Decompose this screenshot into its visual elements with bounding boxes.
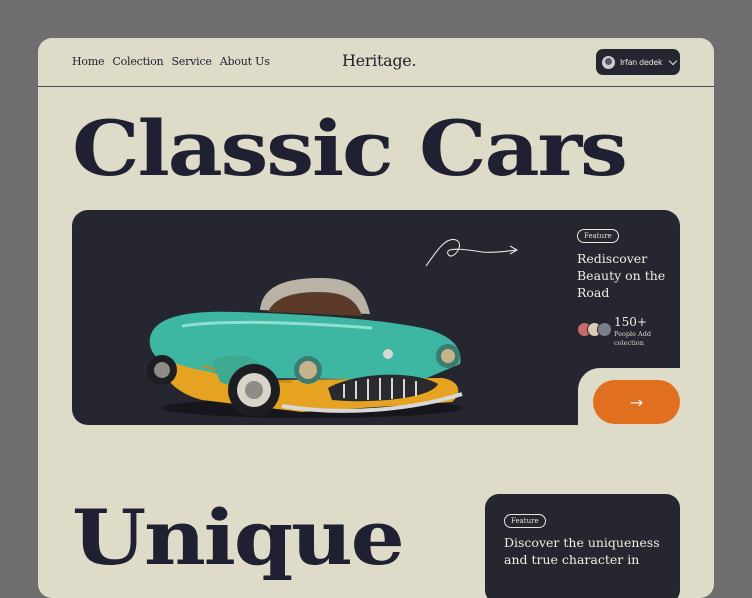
user-name: Irfan dedek xyxy=(620,57,663,67)
header-divider xyxy=(38,86,714,87)
section-headline: Unique xyxy=(72,493,405,582)
avatar-group xyxy=(577,322,612,337)
main-nav: Home Colection Service About Us xyxy=(72,55,270,68)
avatar xyxy=(602,55,615,69)
arrow-right-button[interactable]: → xyxy=(593,380,680,424)
feature-title: Rediscover Beauty on the Road xyxy=(577,251,666,300)
page: Home Colection Service About Us Heritage… xyxy=(38,38,714,598)
feature-badge: Feature xyxy=(577,229,619,243)
hero-headline: Classic Cars xyxy=(72,104,628,193)
classic-car-image xyxy=(147,278,463,418)
nav-home[interactable]: Home xyxy=(72,55,105,68)
brand-logo[interactable]: Heritage. xyxy=(342,51,417,70)
feature-card-text: Discover the uniqueness and true charact… xyxy=(504,535,660,567)
chevron-down-icon xyxy=(669,56,678,65)
user-menu-button[interactable]: Irfan dedek xyxy=(596,49,680,75)
arrow-right-icon: → xyxy=(629,392,644,412)
nav-service[interactable]: Service xyxy=(171,55,212,68)
collection-count-caption: People Add colection xyxy=(614,330,652,347)
nav-colection[interactable]: Colection xyxy=(112,55,163,68)
avatar xyxy=(597,322,612,337)
nav-about-us[interactable]: About Us xyxy=(220,55,270,68)
feature-badge: Feature xyxy=(504,514,546,528)
collection-count: 150+ xyxy=(614,315,647,329)
feature-card: Feature Discover the uniqueness and true… xyxy=(485,494,680,598)
